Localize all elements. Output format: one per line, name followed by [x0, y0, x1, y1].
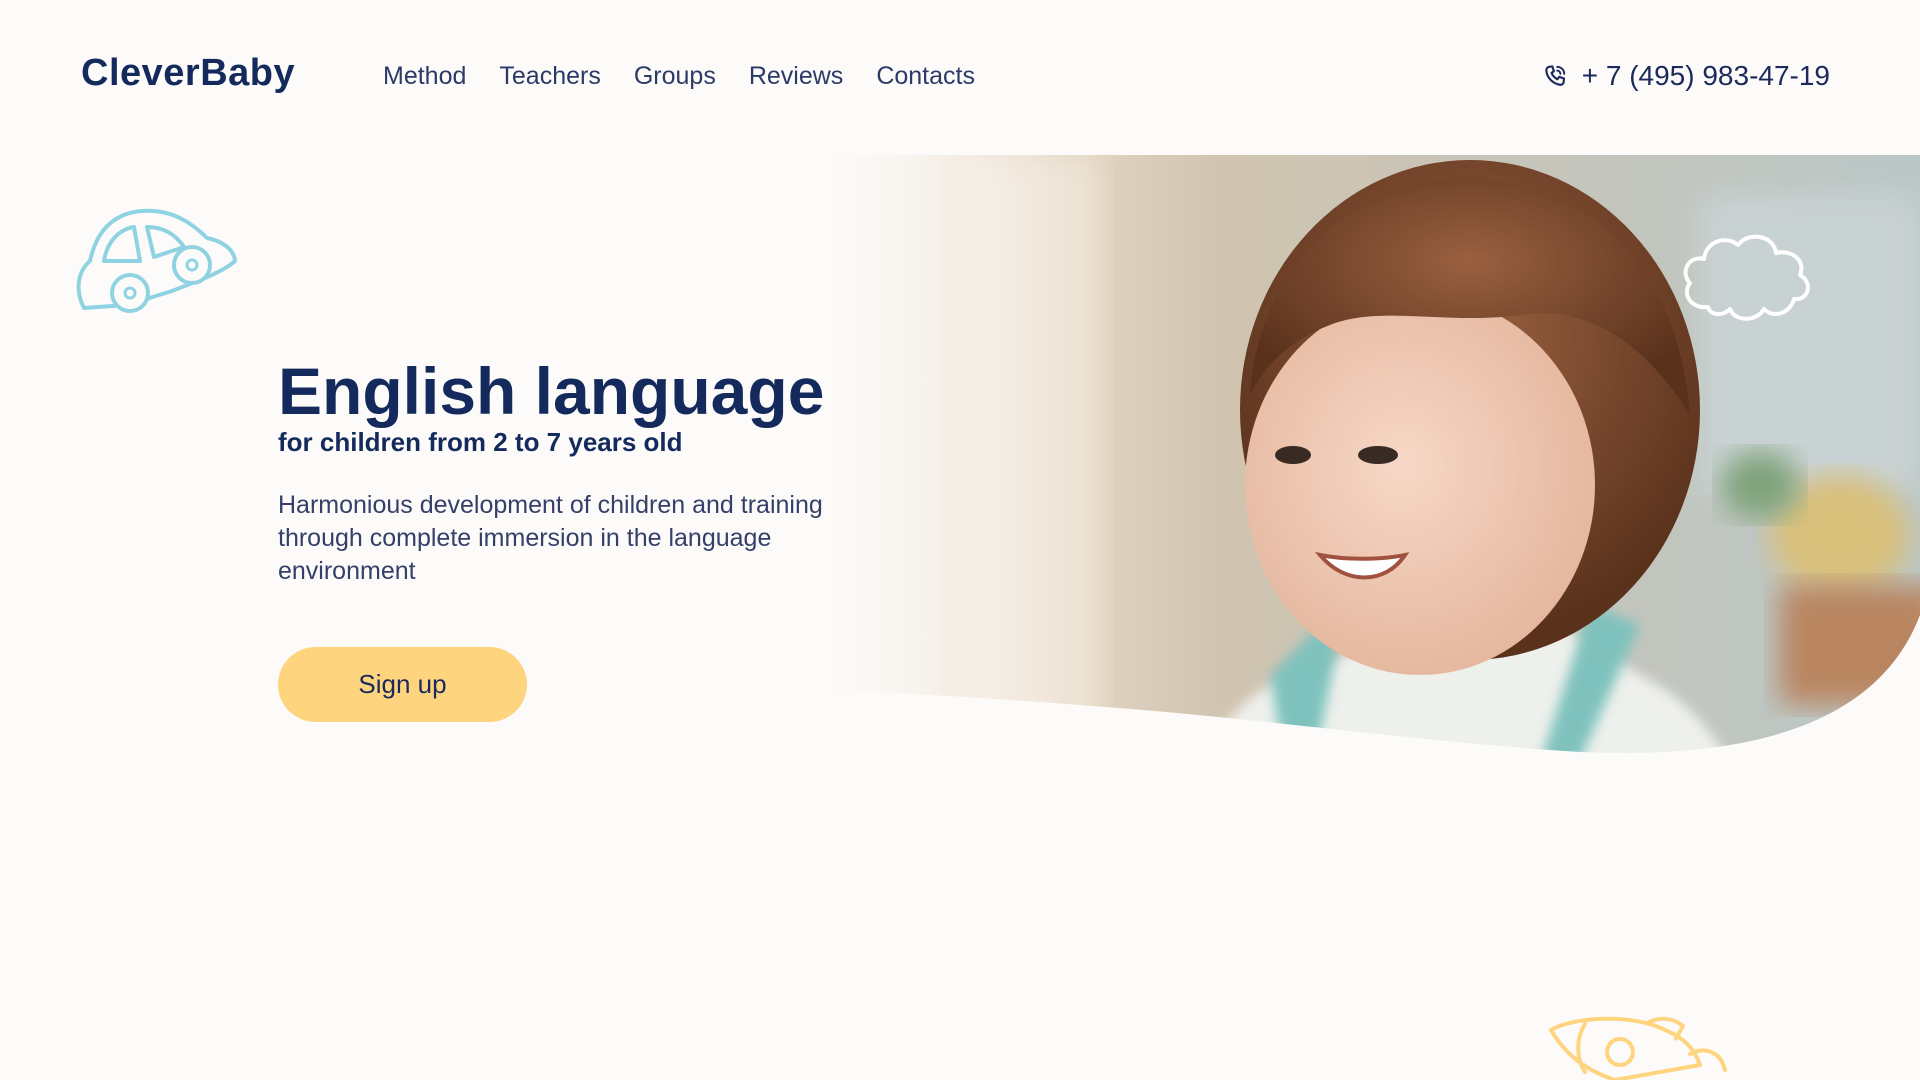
phone-number[interactable]: + 7 (495) 983-47-19 — [1582, 60, 1830, 92]
site-header: CleverBaby Method Teachers Groups Review… — [0, 0, 1920, 155]
cloud-icon — [1683, 234, 1810, 321]
phone-contact[interactable]: + 7 (495) 983-47-19 — [1542, 60, 1830, 92]
car-icon — [76, 208, 237, 313]
phone-icon — [1542, 63, 1568, 89]
nav-item-method[interactable]: Method — [383, 62, 466, 91]
main-nav: Method Teachers Groups Reviews Contacts — [383, 62, 975, 91]
nav-item-reviews[interactable]: Reviews — [749, 62, 843, 91]
sign-up-button[interactable]: Sign up — [278, 647, 527, 722]
nav-item-contacts[interactable]: Contacts — [876, 62, 975, 91]
rocket-icon — [1549, 1016, 1727, 1080]
hero-subtitle: for children from 2 to 7 years old — [278, 427, 683, 457]
nav-item-groups[interactable]: Groups — [634, 62, 716, 91]
hero-description: Harmonious development of children and t… — [278, 491, 823, 585]
hero-section: English language for children from 2 to … — [0, 155, 1920, 935]
nav-item-teachers[interactable]: Teachers — [499, 62, 600, 91]
hero-title: English language — [278, 354, 825, 428]
site-logo[interactable]: CleverBaby — [81, 52, 295, 95]
